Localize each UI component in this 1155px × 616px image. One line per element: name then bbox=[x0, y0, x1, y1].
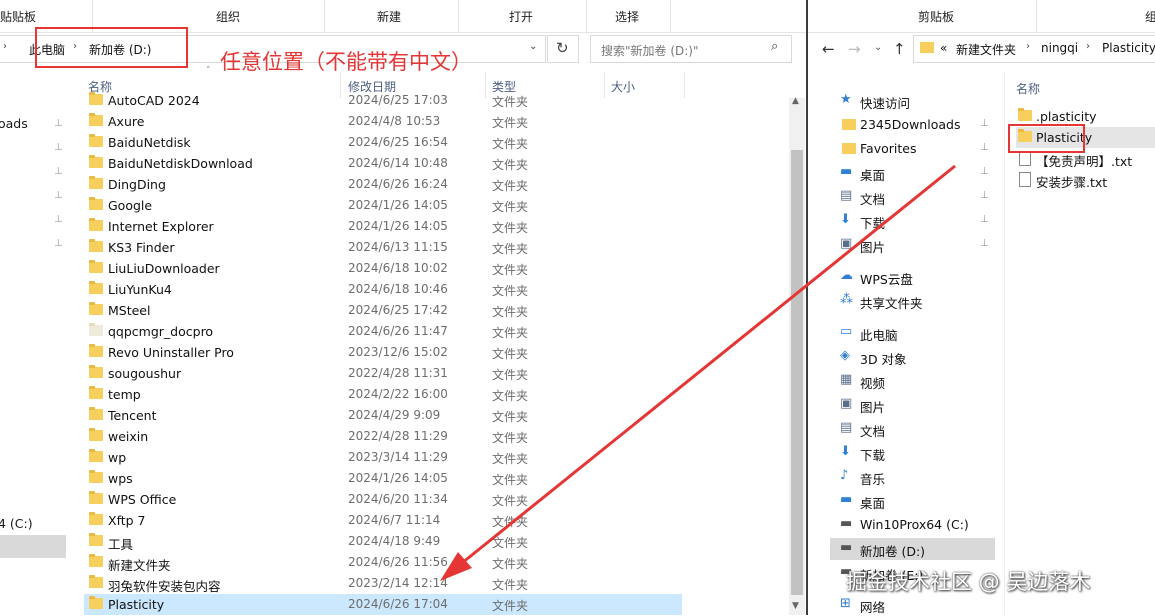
watermark: 掘金技术社区 @ 吴边落木 bbox=[846, 570, 1091, 594]
arrow-head bbox=[440, 552, 472, 581]
red-arrow bbox=[440, 164, 956, 581]
arrow-shaft bbox=[461, 164, 956, 565]
